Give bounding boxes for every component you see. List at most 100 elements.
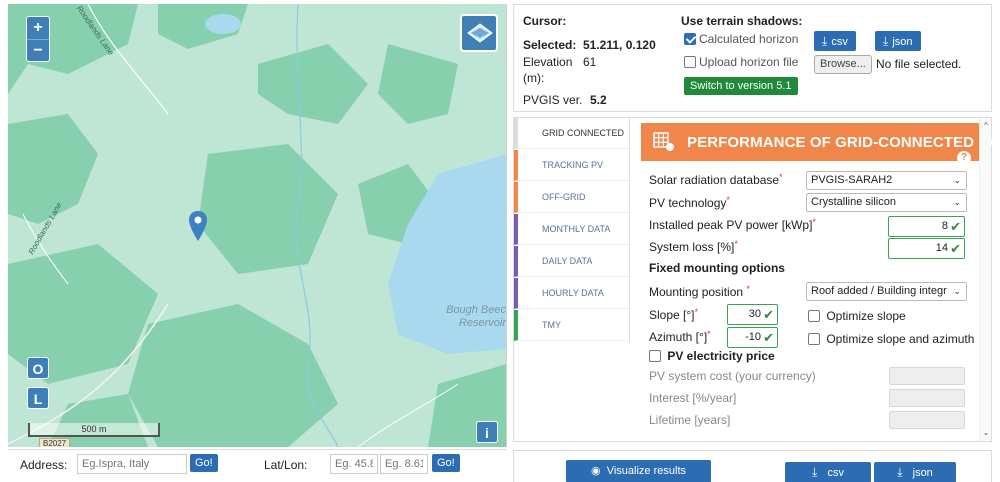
interest-input[interactable] bbox=[889, 389, 965, 407]
upload-horizon-checkbox[interactable] bbox=[684, 56, 696, 68]
address-input[interactable] bbox=[77, 454, 187, 474]
zoom-out-button[interactable]: − bbox=[27, 39, 49, 61]
road-badge: B2027 bbox=[39, 438, 71, 447]
location-info-box: Cursor: Selected: 51.211, 0.120 Elevatio… bbox=[513, 4, 992, 112]
azimuth-input[interactable]: -10 ✔ bbox=[727, 327, 778, 348]
check-icon: ✔ bbox=[763, 307, 774, 322]
peak-power-value: 8 bbox=[941, 220, 948, 232]
tab-tmy[interactable]: TMY bbox=[514, 310, 629, 341]
azimuth-value: -10 bbox=[745, 331, 761, 343]
peak-power-text: Installed peak PV power [kWp] bbox=[649, 218, 813, 232]
pv-price-checkbox[interactable] bbox=[649, 350, 661, 362]
system-loss-input[interactable]: 14 ✔ bbox=[888, 238, 965, 259]
terrain-shadows-title: Use terrain shadows: bbox=[681, 14, 803, 28]
browse-button[interactable]: Browse... bbox=[814, 55, 872, 74]
visualize-results-button[interactable]: ◉ Visualize results bbox=[566, 460, 711, 482]
optimize-slope-azimuth-option[interactable]: Optimize slope and azimuth bbox=[808, 332, 974, 346]
lon-input[interactable] bbox=[380, 454, 428, 474]
elevation-unit: (m): bbox=[523, 71, 545, 85]
lake-label: Bough Beec Reservoir bbox=[428, 304, 506, 330]
results-bar: ◉ Visualize results ⤓ csv ⤓ json bbox=[513, 450, 992, 482]
mounting-position-label: Mounting position * bbox=[649, 284, 750, 299]
map-marker-icon bbox=[189, 211, 207, 241]
download-icon: ⤓ bbox=[897, 465, 903, 479]
radiation-db-select[interactable]: PVGIS-SARAH2 ⌄ bbox=[806, 171, 967, 190]
tab-hourly-data[interactable]: HOURLY DATA bbox=[514, 278, 629, 309]
radiation-db-label: Solar radiation database* bbox=[649, 172, 783, 187]
info-button[interactable]: i bbox=[476, 421, 498, 443]
required-mark: * bbox=[726, 195, 730, 205]
upload-horizon-label: Upload horizon file bbox=[699, 55, 799, 69]
scroll-down-icon[interactable]: ⌄ bbox=[981, 428, 991, 438]
tab-daily-data[interactable]: DAILY DATA bbox=[514, 246, 629, 277]
latlon-go-button[interactable]: Go! bbox=[432, 454, 460, 472]
check-icon: ✔ bbox=[763, 330, 774, 345]
zoom-in-button[interactable]: + bbox=[27, 17, 49, 39]
results-json-button[interactable]: ⤓ json bbox=[874, 462, 956, 482]
tool-tabs: GRID CONNECTED TRACKING PV OFF-GRID MONT… bbox=[514, 118, 629, 343]
results-csv-button[interactable]: ⤓ csv bbox=[785, 462, 871, 482]
chevron-down-icon: ⌄ bbox=[953, 197, 961, 207]
pv-tech-text: PV technology bbox=[649, 196, 727, 210]
selected-label: Selected: bbox=[523, 38, 577, 52]
tab-tracking-pv[interactable]: TRACKING PV bbox=[514, 150, 629, 181]
panel-scrollbar[interactable]: ^ ⌄ bbox=[979, 118, 991, 441]
pv-tech-label: PV technology* bbox=[649, 195, 730, 210]
help-icon[interactable]: ? bbox=[957, 151, 971, 165]
tab-monthly-data[interactable]: MONTHLY DATA bbox=[514, 214, 629, 245]
selected-value: 51.211, 0.120 bbox=[583, 38, 656, 52]
switch-version-button[interactable]: Switch to version 5.1 bbox=[684, 77, 798, 95]
peak-power-label: Installed peak PV power [kWp]* bbox=[649, 217, 816, 232]
slope-input[interactable]: 30 ✔ bbox=[727, 304, 778, 325]
slope-text: Slope [°] bbox=[649, 308, 695, 322]
peak-power-input[interactable]: 8 ✔ bbox=[888, 216, 965, 237]
azimuth-text: Azimuth [°] bbox=[649, 330, 708, 344]
interest-label: Interest [%/year] bbox=[649, 391, 737, 405]
optimize-slope-checkbox[interactable] bbox=[808, 310, 820, 322]
tab-off-grid[interactable]: OFF-GRID bbox=[514, 182, 629, 213]
horizon-json-button[interactable]: ⤓ json bbox=[875, 31, 921, 51]
form-title: PERFORMANCE OF GRID-CONNECTED PV bbox=[687, 134, 999, 151]
version-label: PVGIS ver. bbox=[523, 93, 583, 107]
system-cost-input[interactable] bbox=[889, 367, 965, 385]
calculated-horizon-checkbox[interactable] bbox=[684, 33, 696, 45]
address-bar: Address: Go! Lat/Lon: Go! bbox=[8, 449, 507, 482]
form-header: PERFORMANCE OF GRID-CONNECTED PV ? bbox=[641, 123, 998, 165]
horizon-csv-button[interactable]: ⤓ csv bbox=[814, 31, 856, 51]
lifetime-input[interactable] bbox=[889, 411, 965, 429]
required-mark: * bbox=[746, 284, 750, 294]
lat-input[interactable] bbox=[330, 454, 378, 474]
pv-tech-select[interactable]: Crystalline silicon ⌄ bbox=[806, 193, 967, 212]
calculated-horizon-option[interactable]: Calculated horizon bbox=[684, 32, 798, 46]
download-icon: ⤓ bbox=[822, 34, 828, 48]
layers-button[interactable] bbox=[460, 14, 498, 52]
pv-price-option[interactable]: PV electricity price bbox=[649, 349, 775, 363]
optimize-slope-azimuth-checkbox[interactable] bbox=[808, 333, 820, 345]
l-button[interactable]: L bbox=[27, 387, 49, 409]
lake-label-line: Bough Beec bbox=[446, 304, 506, 316]
calculated-horizon-label: Calculated horizon bbox=[699, 32, 799, 46]
mounting-position-select[interactable]: Roof added / Building integr ⌄ bbox=[806, 282, 967, 301]
tab-grid-connected[interactable]: GRID CONNECTED bbox=[514, 118, 629, 149]
optimize-slope-label: Optimize slope bbox=[826, 309, 906, 323]
map-terrain bbox=[8, 4, 506, 447]
pvgis-app: + − Roodlands Lane Roodlands Lane Bough … bbox=[0, 0, 1000, 482]
scroll-up-icon[interactable]: ^ bbox=[981, 121, 991, 131]
system-loss-text: System loss [%] bbox=[649, 240, 735, 254]
map-view[interactable]: + − Roodlands Lane Roodlands Lane Bough … bbox=[8, 4, 507, 447]
map-scale: 500 m bbox=[28, 423, 160, 437]
tab-divider bbox=[629, 118, 630, 343]
address-go-button[interactable]: Go! bbox=[190, 454, 218, 472]
slope-label: Slope [°]* bbox=[649, 307, 698, 322]
address-label: Address: bbox=[20, 458, 68, 472]
upload-horizon-option[interactable]: Upload horizon file bbox=[684, 55, 798, 69]
horizon-csv-label: csv bbox=[831, 36, 848, 48]
system-cost-label: PV system cost (your currency) bbox=[649, 369, 816, 383]
chevron-down-icon: ⌄ bbox=[953, 175, 961, 185]
location-marker[interactable] bbox=[189, 211, 207, 244]
o-button[interactable]: O bbox=[27, 357, 49, 379]
elevation-value: 61 bbox=[583, 55, 597, 69]
optimize-slope-option[interactable]: Optimize slope bbox=[808, 309, 906, 323]
visualize-label: Visualize results bbox=[606, 465, 686, 477]
eye-icon: ◉ bbox=[590, 465, 601, 477]
